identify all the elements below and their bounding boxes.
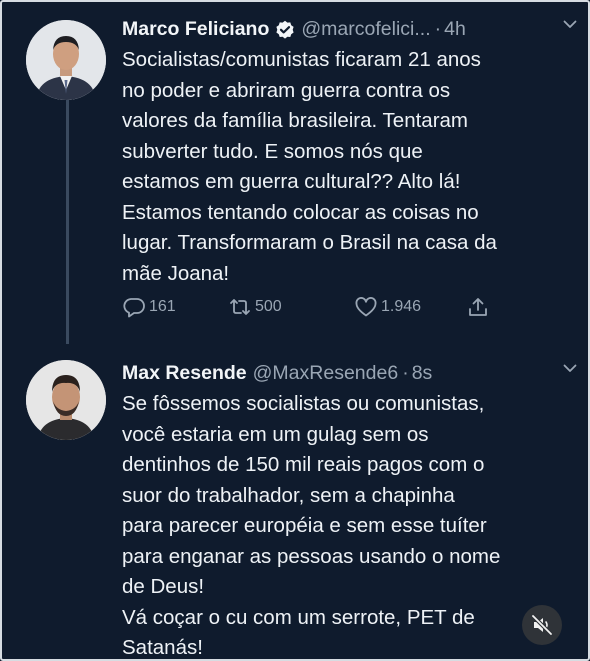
- mute-toggle-button[interactable]: [522, 605, 562, 645]
- share-button[interactable]: [466, 296, 496, 318]
- separator-dot: ·: [402, 362, 409, 384]
- sound-muted-icon: [531, 614, 553, 636]
- chevron-down-icon[interactable]: [562, 16, 578, 32]
- avatar-image: [26, 20, 106, 100]
- avatar[interactable]: [26, 360, 106, 440]
- twitter-screenshot: Marco Feliciano @marcofelici... · 4h Soc…: [0, 0, 590, 661]
- retweet-count: 500: [255, 298, 282, 315]
- share-icon: [469, 298, 487, 316]
- tweet-actions: 161 500 1.946: [122, 296, 502, 318]
- display-name[interactable]: Marco Feliciano: [122, 16, 269, 42]
- tweet-text: Socialistas/comunistas ficaram 21 anos n…: [122, 48, 497, 285]
- chevron-down-icon[interactable]: [562, 360, 578, 376]
- retweet-button[interactable]: 500: [228, 296, 340, 318]
- user-handle[interactable]: @MaxResende6: [253, 360, 399, 386]
- avatar-image: [26, 360, 106, 440]
- heart-icon: [355, 297, 377, 317]
- user-handle[interactable]: @marcofelici...: [301, 16, 430, 42]
- tweet-text: Se fôssemos socialistas ou comunistas, v…: [122, 392, 501, 659]
- reply-icon: [123, 298, 145, 318]
- reply-button[interactable]: 161: [122, 296, 218, 318]
- verified-badge-icon: [276, 20, 294, 39]
- thread-connector-line: [66, 98, 69, 344]
- like-button[interactable]: 1.946: [354, 296, 466, 318]
- separator-dot: ·: [434, 18, 442, 40]
- timestamp[interactable]: 8s: [412, 360, 433, 386]
- display-name[interactable]: Max Resende: [122, 360, 247, 386]
- avatar[interactable]: [26, 20, 106, 100]
- reply-count: 161: [149, 298, 176, 315]
- retweet-icon: [230, 299, 250, 315]
- timestamp[interactable]: 4h: [444, 16, 466, 42]
- like-count: 1.946: [381, 298, 422, 315]
